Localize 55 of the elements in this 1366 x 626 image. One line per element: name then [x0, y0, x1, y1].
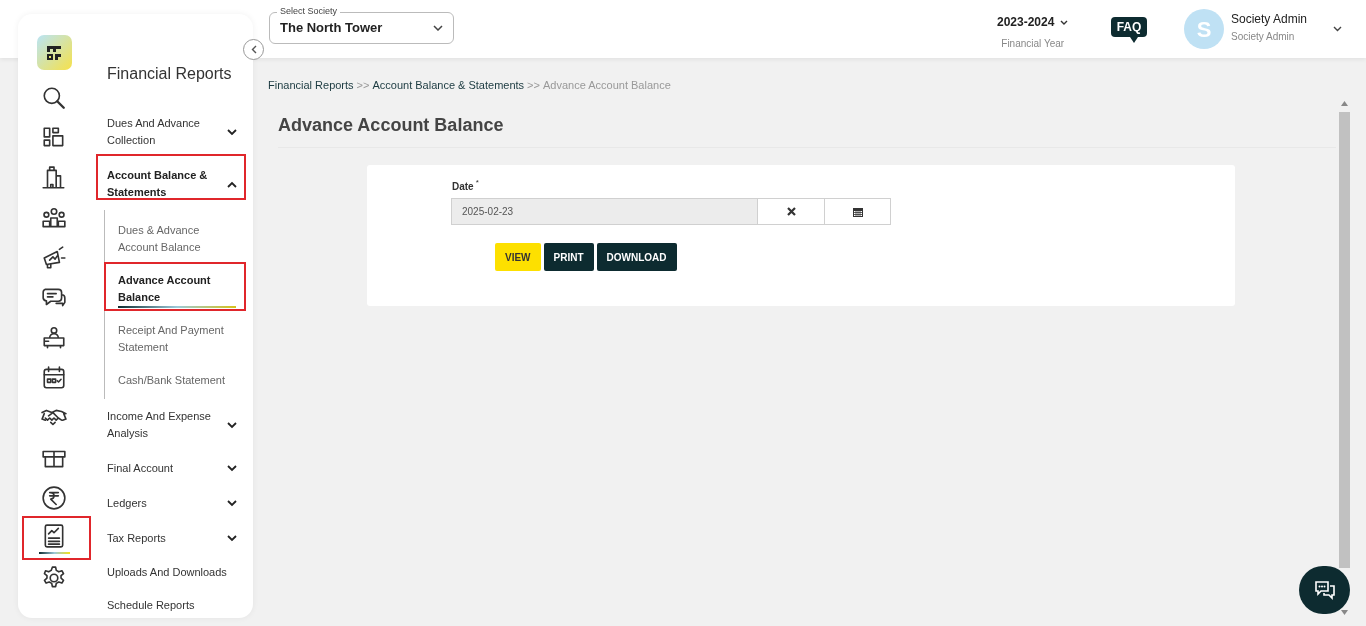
- chevron-down-icon[interactable]: [1333, 26, 1342, 32]
- submenu-item[interactable]: Advance Account Balance: [105, 264, 253, 314]
- calendar-icon: [852, 206, 863, 217]
- menu-item[interactable]: Uploads And Downloads: [90, 556, 253, 589]
- chevron-down-icon: [227, 421, 237, 429]
- chevron-left-icon: [250, 45, 257, 54]
- user-role: Society Admin: [1231, 30, 1295, 44]
- breadcrumb-current: Advance Account Balance: [542, 78, 671, 93]
- megaphone-icon: [41, 245, 67, 271]
- speech-tail-icon: [1130, 37, 1138, 43]
- breadcrumb-separator: >>: [527, 78, 540, 93]
- calendar-icon: [41, 365, 67, 391]
- menu-group[interactable]: Final Account: [90, 451, 253, 486]
- chevron-up-icon: [227, 180, 237, 188]
- chevron-down-icon: [227, 500, 237, 507]
- field-label: Select Society: [277, 6, 341, 17]
- app-logo[interactable]: [36, 35, 72, 70]
- menu-group[interactable]: Income And Expense Analysis: [90, 399, 253, 451]
- chevron-down-icon: [227, 535, 237, 542]
- sidebar-title: Financial Reports: [106, 64, 233, 84]
- breadcrumb-link[interactable]: Account Balance & Statements: [372, 77, 525, 94]
- action-button[interactable]: PRINT: [543, 243, 594, 271]
- close-icon: [786, 207, 796, 216]
- calendar-button[interactable]: [825, 198, 891, 225]
- chevron-down-icon: [433, 25, 443, 31]
- user-name: Society Admin: [1231, 11, 1308, 28]
- chevron-down-icon: [227, 465, 237, 472]
- menu-group[interactable]: Dues And Advance Collection: [90, 106, 253, 158]
- scroll-down-icon[interactable]: [1341, 610, 1348, 615]
- action-button[interactable]: VIEW: [495, 243, 541, 271]
- breadcrumb-link[interactable]: Financial Reports: [268, 77, 354, 94]
- chat-button[interactable]: [1299, 566, 1350, 614]
- reception-desk-icon: [41, 325, 67, 351]
- breadcrumb-separator: >>: [356, 78, 370, 93]
- search-icon: [41, 85, 67, 111]
- scroll-up-icon[interactable]: [1341, 101, 1348, 106]
- chevron-down-icon: [1060, 19, 1069, 25]
- field-label: Date: [452, 180, 474, 194]
- building-icon: [41, 165, 67, 191]
- menu-group[interactable]: Ledgers: [90, 486, 253, 521]
- chevron-down-icon: [227, 128, 237, 136]
- chat-icon: [1312, 579, 1337, 601]
- required-mark: *: [475, 179, 479, 187]
- action-button[interactable]: DOWNLOAD: [596, 243, 677, 271]
- submenu-item[interactable]: Receipt And Payment Statement: [105, 314, 253, 364]
- financial-year-value[interactable]: 2023-2024: [997, 13, 1055, 31]
- submenu-item[interactable]: Cash/Bank Statement: [105, 364, 253, 397]
- menu-group[interactable]: Tax Reports: [90, 521, 253, 556]
- date-input[interactable]: 2025-02-23: [451, 198, 758, 225]
- menu-group[interactable]: Account Balance & Statements: [90, 158, 253, 210]
- page-title: Advance Account Balance: [278, 114, 504, 137]
- menu-item[interactable]: Schedule Reports: [90, 589, 253, 618]
- submenu-item[interactable]: Dues & Advance Account Balance: [105, 214, 253, 264]
- rupee-icon: [41, 485, 67, 511]
- financial-year-label: Financial Year: [1001, 37, 1065, 51]
